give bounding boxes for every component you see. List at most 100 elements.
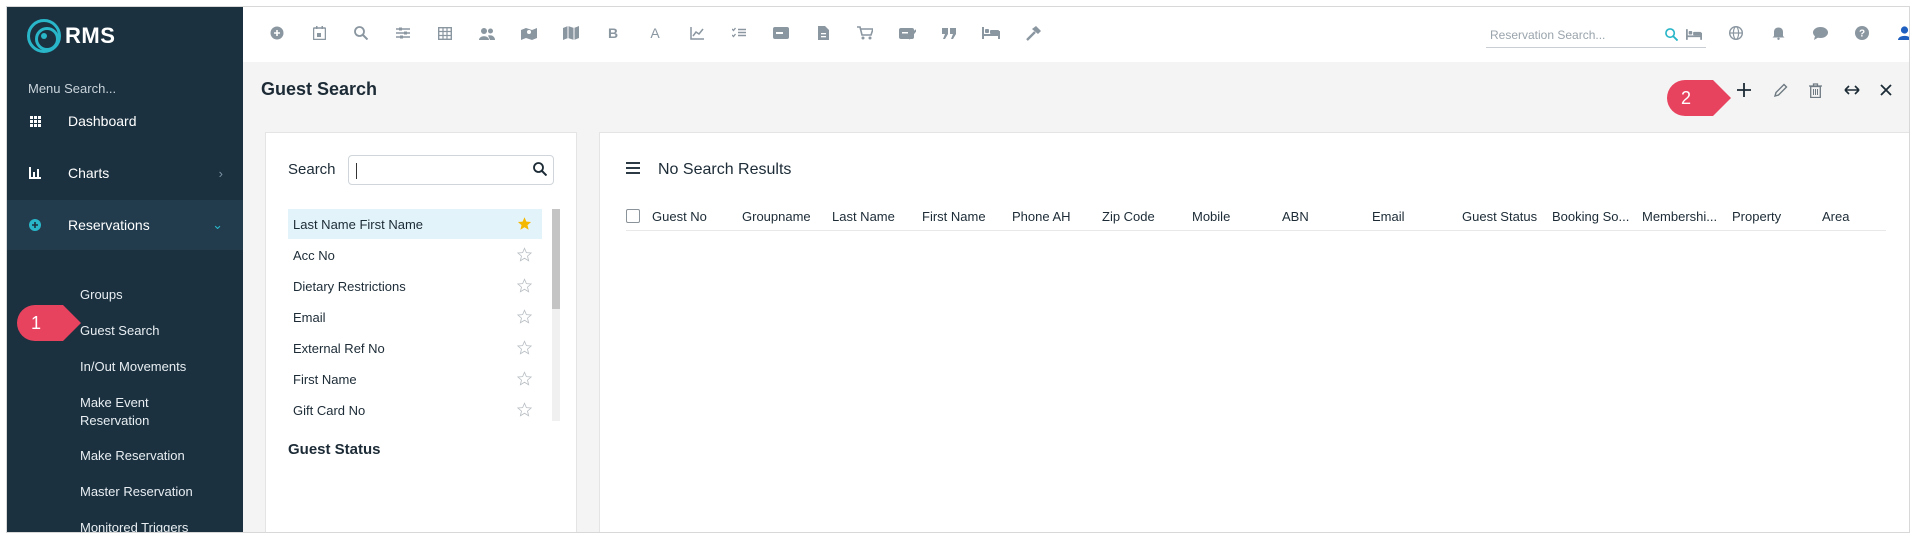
list-item[interactable]: External Ref No <box>288 333 542 363</box>
bold-b-icon[interactable]: B <box>604 24 622 42</box>
card-icon[interactable] <box>772 24 790 42</box>
star-outline-icon[interactable] <box>517 402 532 417</box>
sidebar-subitem-guest-search[interactable]: Guest Search <box>80 322 160 340</box>
list-item-label: Dietary Restrictions <box>293 278 406 294</box>
star-outline-icon[interactable] <box>517 309 532 324</box>
list-item[interactable]: Last Name First Name <box>288 209 542 239</box>
plus-circle-icon[interactable] <box>268 24 286 42</box>
field-search-input[interactable] <box>348 155 554 185</box>
menu-search-input[interactable]: Menu Search... <box>28 81 116 96</box>
chat-icon[interactable] <box>1811 24 1829 42</box>
sidebar: RMS Menu Search... Dashboard Charts › Re… <box>7 7 243 532</box>
globe-icon[interactable] <box>1727 24 1745 42</box>
logo-text: RMS <box>65 23 116 48</box>
guest-status-heading: Guest Status <box>288 441 381 458</box>
results-panel: No Search Results Guest No Groupname Las… <box>599 132 1909 532</box>
list-item[interactable]: Gift Card No <box>288 395 542 421</box>
users-icon[interactable] <box>478 24 496 42</box>
close-icon[interactable] <box>1875 79 1897 101</box>
column-header[interactable]: Property <box>1732 209 1804 224</box>
sidebar-subitem-make-reservation[interactable]: Make Reservation <box>80 447 185 465</box>
bed-icon[interactable] <box>982 24 1000 42</box>
rms-logo-icon <box>27 19 61 53</box>
column-header[interactable]: Last Name <box>832 209 904 224</box>
list-item-label: Acc No <box>293 247 335 263</box>
bed-icon[interactable] <box>1686 29 1702 40</box>
top-toolbar: B A Reservation Search... ? <box>243 7 1909 62</box>
search-field-list: Last Name First Name Acc No Dietary Rest… <box>288 209 548 421</box>
list-item-label: Email <box>293 309 326 325</box>
edit-icon[interactable] <box>1769 79 1791 101</box>
scrollbar-thumb[interactable] <box>552 209 560 309</box>
list-item[interactable]: First Name <box>288 364 542 394</box>
app-window: RMS Menu Search... Dashboard Charts › Re… <box>6 6 1910 533</box>
star-outline-icon[interactable] <box>517 247 532 262</box>
logo[interactable]: RMS <box>27 17 115 55</box>
column-header[interactable]: Phone AH <box>1012 209 1084 224</box>
map-pin-icon[interactable] <box>520 24 538 42</box>
search-fields-panel: Search Last Name First Name Acc No Dieta… <box>265 132 577 532</box>
hamburger-menu-icon[interactable] <box>626 162 640 174</box>
list-item[interactable]: Email <box>288 302 542 332</box>
column-header[interactable]: ABN <box>1282 209 1354 224</box>
cart-icon[interactable] <box>856 24 874 42</box>
tag-icon[interactable] <box>898 24 916 42</box>
column-header[interactable]: Guest Status <box>1462 209 1542 224</box>
select-all-checkbox[interactable] <box>626 209 640 223</box>
reservation-search-input[interactable]: Reservation Search... <box>1486 22 1706 48</box>
results-title: No Search Results <box>658 161 792 178</box>
line-chart-icon[interactable] <box>688 24 706 42</box>
search-icon[interactable] <box>352 24 370 42</box>
column-header[interactable]: Booking So... <box>1552 209 1632 224</box>
sidebar-item-charts[interactable]: Charts › <box>7 148 243 198</box>
trash-icon[interactable] <box>1804 79 1826 101</box>
column-header[interactable]: Guest No <box>652 209 722 224</box>
plus-circle-icon <box>28 218 42 232</box>
user-icon[interactable] <box>1895 24 1909 42</box>
map-icon[interactable] <box>562 24 580 42</box>
hammer-icon[interactable] <box>1024 24 1042 42</box>
callout-marker-1: 1 <box>17 305 81 341</box>
column-header[interactable]: Area <box>1822 209 1882 224</box>
column-header[interactable]: Email <box>1372 209 1444 224</box>
search-icon[interactable] <box>533 162 547 176</box>
search-label: Search <box>288 161 336 178</box>
star-filled-icon[interactable] <box>517 216 532 231</box>
sliders-icon[interactable] <box>394 24 412 42</box>
sidebar-subitem-make-event-reservation[interactable]: Make Event Reservation <box>80 394 190 430</box>
sidebar-subitem-groups[interactable]: Groups <box>80 286 123 304</box>
star-outline-icon[interactable] <box>517 340 532 355</box>
column-header[interactable]: First Name <box>922 209 994 224</box>
help-icon[interactable]: ? <box>1853 24 1871 42</box>
column-header[interactable]: Groupname <box>742 209 814 224</box>
list-item-label: First Name <box>293 371 357 387</box>
table-icon[interactable] <box>436 24 454 42</box>
quote-icon[interactable] <box>940 24 958 42</box>
list-scrollbar[interactable] <box>552 209 560 421</box>
star-outline-icon[interactable] <box>517 278 532 293</box>
sidebar-subitem-monitored-triggers[interactable]: Monitored Triggers <box>80 519 188 532</box>
sidebar-subitem-master-reservation[interactable]: Master Reservation <box>80 483 193 501</box>
column-header[interactable]: Zip Code <box>1102 209 1174 224</box>
star-outline-icon[interactable] <box>517 371 532 386</box>
list-item[interactable]: Dietary Restrictions <box>288 271 542 301</box>
list-item[interactable]: Acc No <box>288 240 542 270</box>
bell-icon[interactable] <box>1769 24 1787 42</box>
checklist-icon[interactable] <box>730 24 748 42</box>
sidebar-item-dashboard[interactable]: Dashboard <box>7 96 243 146</box>
expand-horizontal-icon[interactable] <box>1841 79 1863 101</box>
callout-marker-2: 2 <box>1667 80 1731 116</box>
text-caret <box>356 163 357 179</box>
file-icon[interactable] <box>814 24 832 42</box>
add-icon[interactable] <box>1733 79 1755 101</box>
sidebar-item-reservations[interactable]: Reservations ⌄ <box>7 200 243 250</box>
sidebar-item-label: Charts <box>68 165 110 181</box>
chart-icon <box>28 166 42 180</box>
search-icon[interactable] <box>1665 28 1678 41</box>
font-a-icon[interactable]: A <box>646 24 664 42</box>
calendar-icon[interactable] <box>310 24 328 42</box>
sidebar-subitem-in-out-movements[interactable]: In/Out Movements <box>80 358 186 376</box>
column-header[interactable]: Membershi... <box>1642 209 1722 224</box>
grid-icon <box>28 114 42 128</box>
column-header[interactable]: Mobile <box>1192 209 1264 224</box>
